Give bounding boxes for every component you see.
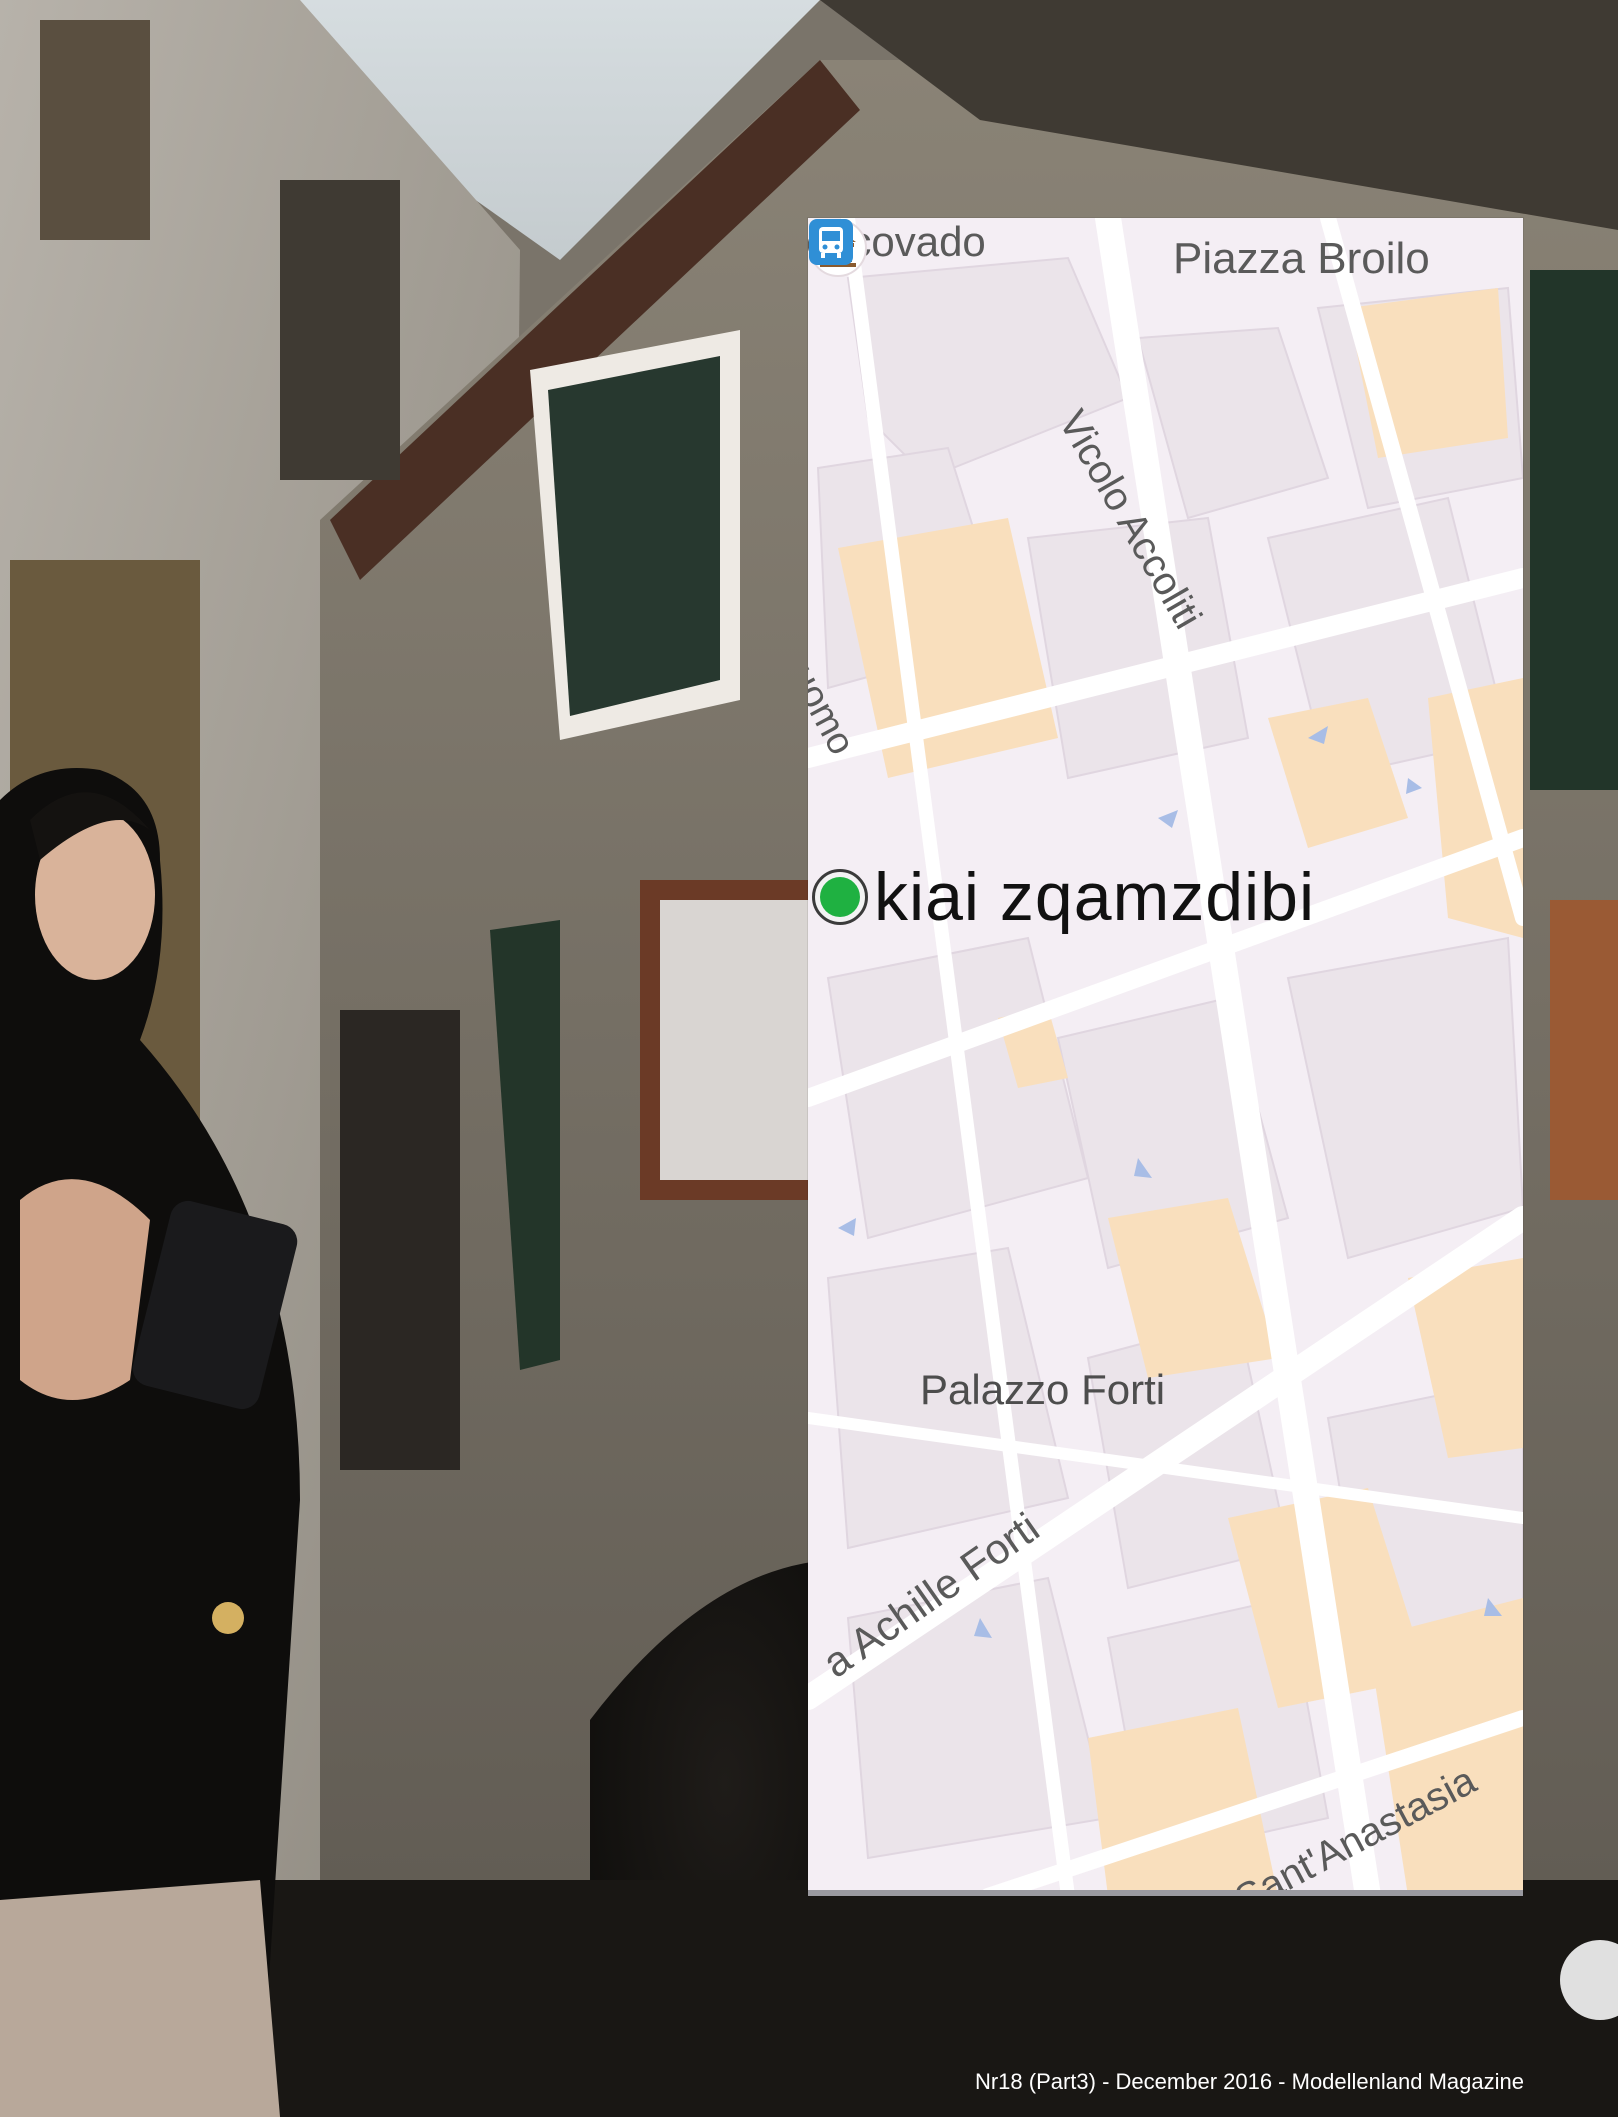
location-pin-dot [820, 877, 860, 917]
map-bottom-bar [808, 1890, 1523, 1896]
location-marker[interactable]: kiai zqamzdibi [812, 858, 1315, 936]
label-palazzo-forti: Palazzo Forti [920, 1366, 1166, 1413]
label-piazza-broilo: Piazza Broilo [1173, 234, 1430, 283]
location-name: kiai zqamzdibi [874, 859, 1316, 935]
location-pin-icon[interactable] [812, 869, 868, 925]
map-graphic [808, 218, 1523, 1896]
magazine-footer: Nr18 (Part3) - December 2016 - Modellenl… [974, 2069, 1524, 2094]
bus-stop-icon[interactable] [808, 218, 854, 266]
map-card[interactable]: escovado Piazza Broilo Vicolo Accoliti u… [808, 218, 1523, 1896]
